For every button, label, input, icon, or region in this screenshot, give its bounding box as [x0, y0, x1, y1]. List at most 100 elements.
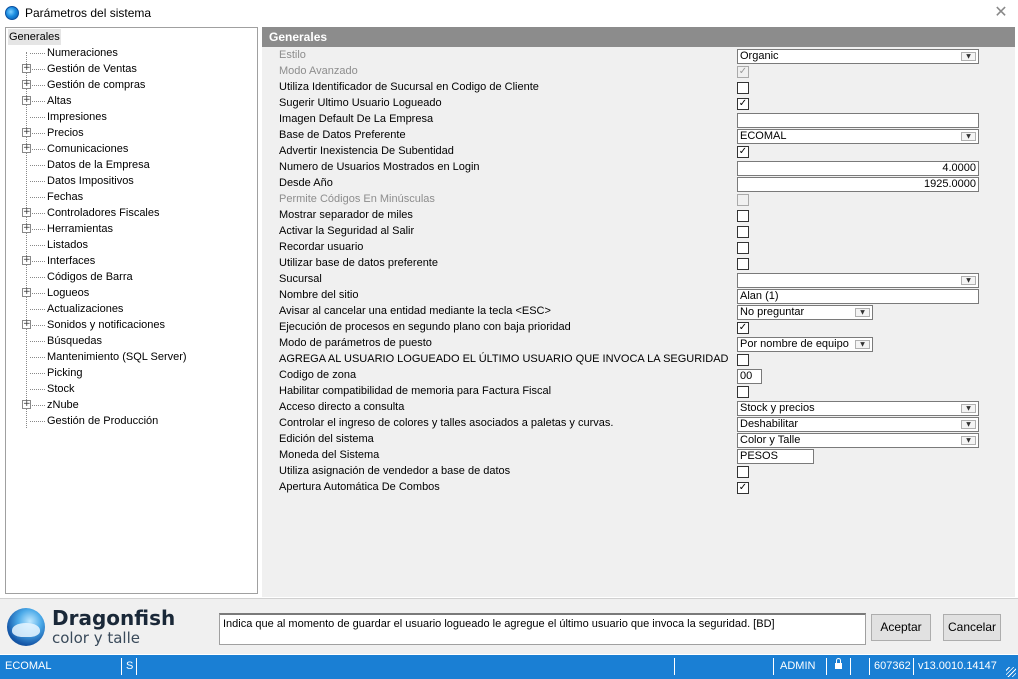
setting-row: Mostrar separador de miles — [279, 208, 999, 224]
setting-checkbox[interactable] — [737, 82, 749, 94]
dropdown-arrow-icon[interactable]: ▼ — [961, 52, 976, 61]
dropdown-arrow-icon[interactable]: ▼ — [961, 132, 976, 141]
setting-checkbox[interactable] — [737, 386, 749, 398]
setting-input[interactable]: 4.0000 — [737, 161, 979, 176]
setting-row: Utilizar base de datos preferente — [279, 256, 999, 272]
dropdown-arrow-icon[interactable]: ▼ — [855, 340, 870, 349]
tree-item[interactable]: + Interfaces — [6, 253, 257, 269]
setting-row: Avisar al cancelar una entidad mediante … — [279, 304, 999, 320]
dropdown-arrow-icon[interactable]: ▼ — [961, 404, 976, 413]
tree-item-label: Logueos — [47, 287, 90, 299]
setting-combo[interactable]: Por nombre de equipo ▼ — [737, 337, 873, 352]
tree-item[interactable]: + Comunicaciones — [6, 141, 257, 157]
expand-plus-icon[interactable]: + — [22, 64, 31, 73]
settings-tree[interactable]: Generales Numeraciones + Gestión de Ventas… — [5, 27, 258, 594]
tree-item-label: Interfaces — [47, 255, 96, 267]
setting-checkbox[interactable] — [737, 258, 749, 270]
expand-plus-icon[interactable]: + — [22, 80, 31, 89]
setting-label: Mostrar separador de miles — [279, 209, 413, 221]
expand-plus-icon[interactable]: + — [22, 224, 31, 233]
status-bar: ECOMAL S ADMIN 607362 v13.0010.14147 — [0, 655, 1018, 679]
tree-item[interactable]: Actualizaciones — [6, 301, 257, 317]
expand-plus-icon[interactable]: + — [22, 96, 31, 105]
tree-item[interactable]: Stock — [6, 381, 257, 397]
setting-label: Acceso directo a consulta — [279, 401, 405, 413]
tree-connector — [30, 341, 45, 342]
tree-item[interactable]: + Sonidos y notificaciones — [6, 317, 257, 333]
setting-checkbox[interactable] — [737, 226, 749, 238]
expand-plus-icon[interactable]: + — [22, 320, 31, 329]
tree-item[interactable]: Fechas — [6, 189, 257, 205]
tree-item[interactable]: + zNube — [6, 397, 257, 413]
tree-item[interactable]: Códigos de Barra — [6, 269, 257, 285]
setting-checkbox[interactable]: ✓ — [737, 98, 749, 110]
tree-item[interactable]: + Controladores Fiscales — [6, 205, 257, 221]
tree-item[interactable]: Numeraciones — [6, 45, 257, 61]
setting-combo[interactable]: Deshabilitar ▼ — [737, 417, 979, 432]
tree-connector — [30, 197, 45, 198]
setting-combo[interactable]: ▼ — [737, 273, 979, 288]
dropdown-arrow-icon[interactable]: ▼ — [961, 420, 976, 429]
expand-plus-icon[interactable]: + — [22, 256, 31, 265]
setting-combo[interactable]: No preguntar ▼ — [737, 305, 873, 320]
setting-input[interactable] — [737, 113, 979, 128]
tree-item[interactable]: Datos de la Empresa — [6, 157, 257, 173]
tree-item-label: Datos de la Empresa — [47, 159, 150, 171]
tree-item[interactable]: Gestión de Producción — [6, 413, 257, 429]
setting-checkbox[interactable]: ✓ — [737, 482, 749, 494]
dropdown-arrow-icon[interactable]: ▼ — [961, 436, 976, 445]
tree-connector — [30, 277, 45, 278]
setting-checkbox[interactable] — [737, 354, 749, 366]
setting-combo[interactable]: Color y Talle ▼ — [737, 433, 979, 448]
tree-item[interactable]: + Precios — [6, 125, 257, 141]
footer: Dragonfish color y talle Indica que al m… — [0, 598, 1018, 654]
tree-item[interactable]: Listados — [6, 237, 257, 253]
resize-grip-icon[interactable] — [1006, 667, 1016, 677]
tree-item[interactable]: + Gestión de compras — [6, 77, 257, 93]
combo-value: Color y Talle — [740, 434, 801, 446]
setting-checkbox[interactable] — [737, 210, 749, 222]
setting-checkbox[interactable] — [737, 466, 749, 478]
setting-combo[interactable]: ECOMAL ▼ — [737, 129, 979, 144]
combo-value: Deshabilitar — [740, 418, 799, 430]
expand-plus-icon[interactable]: + — [22, 288, 31, 297]
tree-item[interactable]: Mantenimiento (SQL Server) — [6, 349, 257, 365]
setting-label: Base de Datos Preferente — [279, 129, 406, 141]
setting-input[interactable]: PESOS — [737, 449, 814, 464]
tree-item-label: Gestión de compras — [47, 79, 146, 91]
expand-plus-icon[interactable]: + — [22, 208, 31, 217]
dropdown-arrow-icon[interactable]: ▼ — [855, 308, 870, 317]
setting-label: Desde Año — [279, 177, 333, 189]
setting-label: Nombre del sitio — [279, 289, 359, 301]
setting-checkbox[interactable]: ✓ — [737, 322, 749, 334]
tree-item[interactable]: Datos Impositivos — [6, 173, 257, 189]
tree-item[interactable]: Impresiones — [6, 109, 257, 125]
expand-plus-icon[interactable]: + — [22, 144, 31, 153]
setting-input[interactable]: 00 — [737, 369, 762, 384]
expand-plus-icon[interactable]: + — [22, 400, 31, 409]
setting-input[interactable]: 1925.0000 — [737, 177, 979, 192]
tree-item[interactable]: Picking — [6, 365, 257, 381]
tree-item[interactable]: + Gestión de Ventas — [6, 61, 257, 77]
setting-row: Advertir Inexistencia De Subentidad ✓ — [279, 144, 999, 160]
setting-checkbox[interactable]: ✓ — [737, 146, 749, 158]
setting-row: Acceso directo a consulta Stock y precios… — [279, 400, 999, 416]
tree-item[interactable]: + Altas — [6, 93, 257, 109]
tree-item[interactable]: + Herramientas — [6, 221, 257, 237]
expand-plus-icon[interactable]: + — [22, 128, 31, 137]
cancel-button[interactable]: Cancelar — [943, 614, 1001, 641]
tree-item-generales[interactable]: Generales — [6, 29, 257, 45]
tree-item[interactable]: Búsquedas — [6, 333, 257, 349]
tree-item-label: Controladores Fiscales — [47, 207, 160, 219]
description-box: Indica que al momento de guardar el usua… — [219, 613, 866, 645]
dropdown-arrow-icon[interactable]: ▼ — [961, 276, 976, 285]
setting-combo[interactable]: Stock y precios ▼ — [737, 401, 979, 416]
tree-item[interactable]: + Logueos — [6, 285, 257, 301]
status-database: ECOMAL — [5, 660, 52, 672]
accept-button[interactable]: Aceptar — [871, 614, 931, 641]
setting-input[interactable]: Alan (1) — [737, 289, 979, 304]
setting-row: Nombre del sitio Alan (1) — [279, 288, 999, 304]
setting-checkbox[interactable] — [737, 242, 749, 254]
close-button[interactable]: ✕ — [992, 3, 1010, 21]
tree-item-label: Códigos de Barra — [47, 271, 133, 283]
